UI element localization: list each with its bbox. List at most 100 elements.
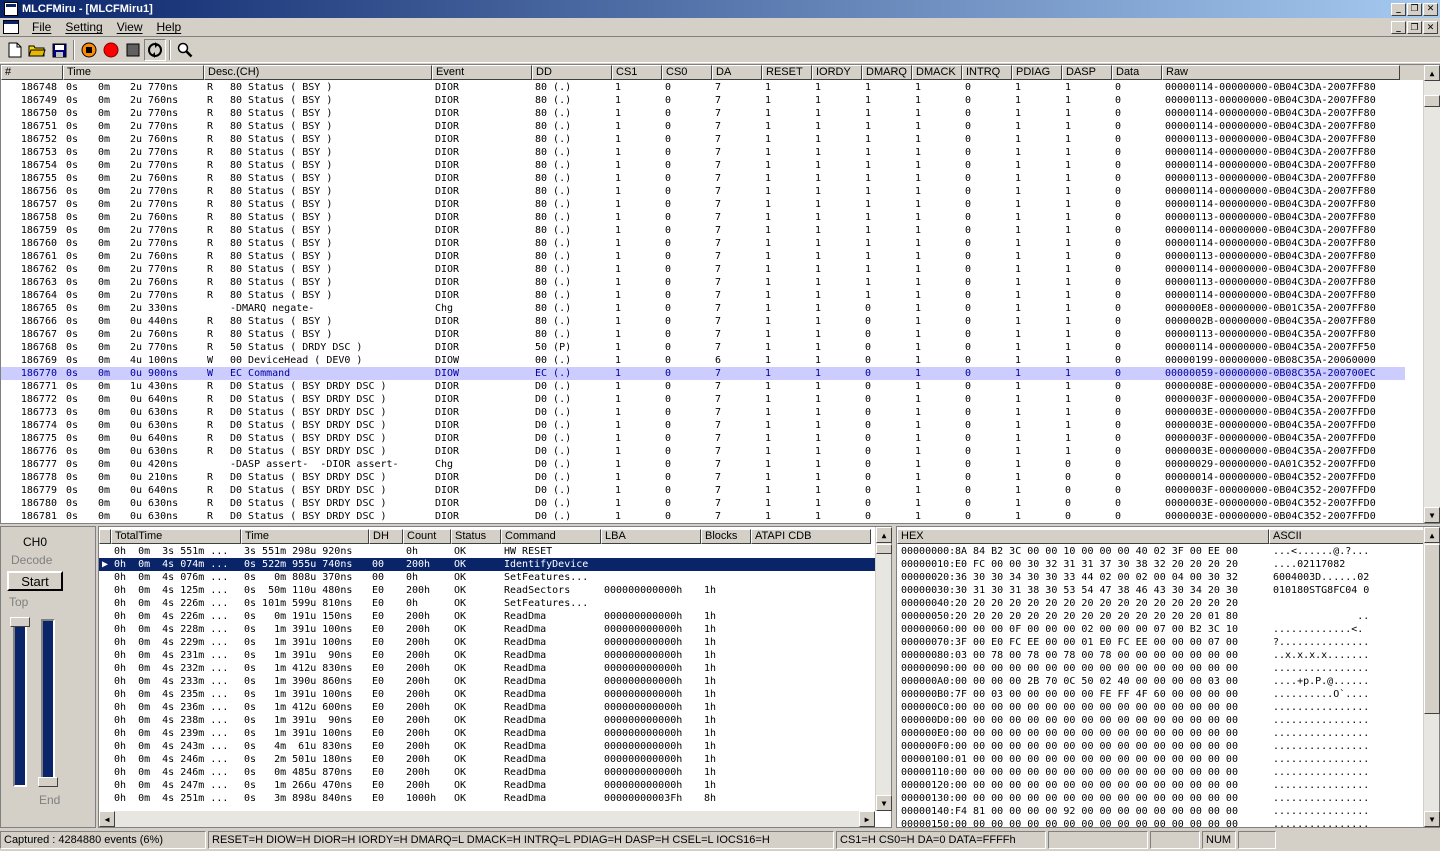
end-slider-handle[interactable]	[38, 777, 58, 787]
event-row[interactable]: 186767 0s 0m 2u 760ns R 80 Status ( BSY ) DIOR…	[1, 328, 1405, 341]
event-row[interactable]: 186769 0s 0m 4u 100ns W 00 DeviceHead ( DEV0 …	[1, 354, 1405, 367]
hex-row[interactable]: 00000110: 00 00 00 00 00 00 00 00 00 00 0…	[897, 766, 1423, 779]
event-row[interactable]: 186751 0s 0m 2u 770ns R 80 Status ( BSY ) DIOR…	[1, 120, 1405, 133]
event-table-scrollbar[interactable]: ▲ ▼	[1423, 65, 1440, 523]
event-col-header[interactable]: IORDY	[812, 65, 862, 80]
event-row[interactable]: 186749 0s 0m 2u 760ns R 80 Status ( BSY ) DIOR…	[1, 94, 1405, 107]
command-row[interactable]: ▶ 0h 0m 4s 074m ... 0s 522m 955u 740ns 00 20…	[99, 558, 875, 571]
event-row[interactable]: 186772 0s 0m 0u 640ns R D0 Status ( BSY DRDY …	[1, 393, 1405, 406]
hex-row[interactable]: 00000060: 00 00 00 0F 00 00 00 02 00 00 0…	[897, 623, 1423, 636]
event-row[interactable]: 186756 0s 0m 2u 770ns R 80 Status ( BSY ) DIOR…	[1, 185, 1405, 198]
event-row[interactable]: 186778 0s 0m 0u 210ns R D0 Status ( BSY DRDY …	[1, 471, 1405, 484]
refresh-icon[interactable]	[144, 39, 166, 61]
command-col-header[interactable]: TotalTime	[111, 529, 241, 544]
scroll-down-icon[interactable]: ▼	[1424, 507, 1440, 523]
event-row[interactable]: 186775 0s 0m 0u 640ns R D0 Status ( BSY DRDY …	[1, 432, 1405, 445]
command-row[interactable]: 0h 0m 4s 246m ... 0s 2m 501u 180ns E0 200h O…	[99, 753, 875, 766]
command-row[interactable]: 0h 0m 4s 231m ... 0s 1m 391u 90ns E0 200h OK…	[99, 649, 875, 662]
event-row[interactable]: 186781 0s 0m 0u 630ns R D0 Status ( BSY DRDY …	[1, 510, 1405, 523]
event-row[interactable]: 186776 0s 0m 0u 630ns R D0 Status ( BSY DRDY …	[1, 445, 1405, 458]
hex-row[interactable]: 00000070: 3F 00 E0 FC EE 00 00 01 E0 FC E…	[897, 636, 1423, 649]
open-folder-icon[interactable]	[26, 39, 48, 61]
scroll-down-icon[interactable]: ▼	[876, 795, 892, 811]
hex-row[interactable]: 00000020: 36 30 30 34 30 30 33 44 02 00 0…	[897, 571, 1423, 584]
event-col-header[interactable]: CS0	[662, 65, 712, 80]
event-row[interactable]: 186768 0s 0m 2u 770ns R 50 Status ( DRDY DSC …	[1, 341, 1405, 354]
hex-row[interactable]: 00000150: 00 00 00 00 00 00 00 00 00 00 0…	[897, 818, 1423, 827]
command-row[interactable]: 0h 0m 4s 233m ... 0s 1m 390u 860ns E0 200h O…	[99, 675, 875, 688]
command-row[interactable]: 0h 0m 4s 238m ... 0s 1m 391u 90ns E0 200h OK…	[99, 714, 875, 727]
top-slider-handle[interactable]	[10, 617, 30, 627]
search-icon[interactable]	[174, 39, 196, 61]
event-col-header[interactable]: CS1	[612, 65, 662, 80]
event-row[interactable]: 186780 0s 0m 0u 630ns R D0 Status ( BSY DRDY …	[1, 497, 1405, 510]
hex-row[interactable]: 00000120: 00 00 00 00 00 00 00 00 00 00 0…	[897, 779, 1423, 792]
scroll-thumb[interactable]	[876, 544, 892, 554]
hex-row[interactable]: 000000E0: 00 00 00 00 00 00 00 00 00 00 0…	[897, 727, 1423, 740]
event-row[interactable]: 186765 0s 0m 2u 330ns -DMARQ negate- Chg 80 (.…	[1, 302, 1405, 315]
save-icon[interactable]	[48, 39, 70, 61]
event-col-header[interactable]: PDIAG	[1012, 65, 1062, 80]
command-col-header[interactable]: DH	[369, 529, 403, 544]
event-row[interactable]: 186750 0s 0m 2u 770ns R 80 Status ( BSY ) DIOR…	[1, 107, 1405, 120]
hex-row[interactable]: 00000080: 03 00 78 00 78 00 78 00 78 00 0…	[897, 649, 1423, 662]
event-row[interactable]: 186774 0s 0m 0u 630ns R D0 Status ( BSY DRDY …	[1, 419, 1405, 432]
event-row[interactable]: 186763 0s 0m 2u 760ns R 80 Status ( BSY ) DIOR…	[1, 276, 1405, 289]
restore-button[interactable]: ❐	[1407, 2, 1422, 16]
event-row[interactable]: 186754 0s 0m 2u 770ns R 80 Status ( BSY ) DIOR…	[1, 159, 1405, 172]
menu-file[interactable]: File	[25, 20, 58, 34]
hex-row[interactable]: 000000D0: 00 00 00 00 00 00 00 00 00 00 0…	[897, 714, 1423, 727]
scroll-left-icon[interactable]: ◀	[99, 811, 115, 827]
hex-row[interactable]: 00000050: 20 20 20 20 20 20 20 20 20 20 2…	[897, 610, 1423, 623]
hex-row[interactable]: 00000130: 00 00 00 00 00 00 00 00 00 00 0…	[897, 792, 1423, 805]
menu-help[interactable]: Help	[150, 20, 189, 34]
event-col-header[interactable]: Desc.(CH)	[204, 65, 432, 80]
command-row[interactable]: 0h 0m 4s 239m ... 0s 1m 391u 100ns E0 200h O…	[99, 727, 875, 740]
event-col-header[interactable]: DD	[532, 65, 612, 80]
event-row[interactable]: 186770 0s 0m 0u 900ns W EC Command DIOW EC (.) 1…	[1, 367, 1405, 380]
new-file-icon[interactable]	[4, 39, 26, 61]
event-row[interactable]: 186766 0s 0m 0u 440ns R 80 Status ( BSY ) DIOR…	[1, 315, 1405, 328]
command-col-header[interactable]: Command	[501, 529, 601, 544]
record-icon[interactable]	[100, 39, 122, 61]
command-col-header[interactable]: Count	[403, 529, 451, 544]
command-row[interactable]: 0h 0m 4s 236m ... 0s 1m 412u 600ns E0 200h O…	[99, 701, 875, 714]
command-row[interactable]: 0h 0m 4s 226m ... 0s 0m 191u 150ns E0 200h O…	[99, 610, 875, 623]
doc-minimize-button[interactable]: _	[1391, 21, 1406, 34]
menu-view[interactable]: View	[110, 20, 150, 34]
scroll-up-icon[interactable]: ▲	[1424, 527, 1440, 543]
hex-column-header[interactable]: HEX	[897, 529, 1269, 544]
document-icon[interactable]	[3, 20, 19, 34]
command-col-header[interactable]: Blocks	[701, 529, 751, 544]
command-row[interactable]: 0h 0m 4s 076m ... 0s 0m 808u 370ns 00 0h OK S…	[99, 571, 875, 584]
command-row[interactable]: 0h 0m 3s 551m ... 3s 551m 298u 920ns 0h OK H…	[99, 545, 875, 558]
event-row[interactable]: 186779 0s 0m 0u 640ns R D0 Status ( BSY DRDY …	[1, 484, 1405, 497]
event-col-header[interactable]: DASP	[1062, 65, 1112, 80]
hex-row[interactable]: 00000100: 01 00 00 00 00 00 00 00 00 00 0…	[897, 753, 1423, 766]
scroll-thumb[interactable]	[1424, 544, 1440, 714]
event-row[interactable]: 186748 0s 0m 2u 770ns R 80 Status ( BSY ) DIOR…	[1, 81, 1405, 94]
hex-row[interactable]: 00000140: F4 81 00 00 00 00 92 00 00 00 0…	[897, 805, 1423, 818]
command-row[interactable]: 0h 0m 4s 243m ... 0s 4m 61u 830ns E0 200h OK…	[99, 740, 875, 753]
hex-row[interactable]: 000000B0: 7F 00 03 00 00 00 00 00 FE FF 4…	[897, 688, 1423, 701]
command-col-header[interactable]: Time	[241, 529, 369, 544]
event-col-header[interactable]: DMARQ	[862, 65, 912, 80]
event-col-header[interactable]: #	[1, 65, 63, 80]
doc-close-button[interactable]: ✕	[1423, 21, 1438, 34]
command-row[interactable]: 0h 0m 4s 125m ... 0s 50m 110u 480ns E0 200h…	[99, 584, 875, 597]
command-col-header[interactable]: Status	[451, 529, 501, 544]
event-row[interactable]: 186762 0s 0m 2u 770ns R 80 Status ( BSY ) DIOR…	[1, 263, 1405, 276]
event-row[interactable]: 186777 0s 0m 0u 420ns -DASP assert- -DIOR as…	[1, 458, 1405, 471]
event-row[interactable]: 186771 0s 0m 1u 430ns R D0 Status ( BSY DRDY …	[1, 380, 1405, 393]
event-row[interactable]: 186755 0s 0m 2u 760ns R 80 Status ( BSY ) DIOR…	[1, 172, 1405, 185]
scroll-right-icon[interactable]: ▶	[859, 811, 875, 827]
command-row[interactable]: 0h 0m 4s 228m ... 0s 1m 391u 100ns E0 200h O…	[99, 623, 875, 636]
scroll-up-icon[interactable]: ▲	[1424, 65, 1440, 81]
hex-row[interactable]: 00000000: 8A 84 B2 3C 00 00 10 00 00 00 4…	[897, 545, 1423, 558]
event-row[interactable]: 186759 0s 0m 2u 770ns R 80 Status ( BSY ) DIOR…	[1, 224, 1405, 237]
hex-row[interactable]: 000000A0: 00 00 00 00 2B 70 0C 50 02 40 0…	[897, 675, 1423, 688]
hex-row[interactable]: 00000040: 20 20 20 20 20 20 20 20 20 20 2…	[897, 597, 1423, 610]
command-row[interactable]: 0h 0m 4s 232m ... 0s 1m 412u 830ns E0 200h O…	[99, 662, 875, 675]
command-row[interactable]: 0h 0m 4s 226m ... 0s 101m 599u 810ns E0 0h O…	[99, 597, 875, 610]
command-col-header[interactable]: LBA	[601, 529, 701, 544]
